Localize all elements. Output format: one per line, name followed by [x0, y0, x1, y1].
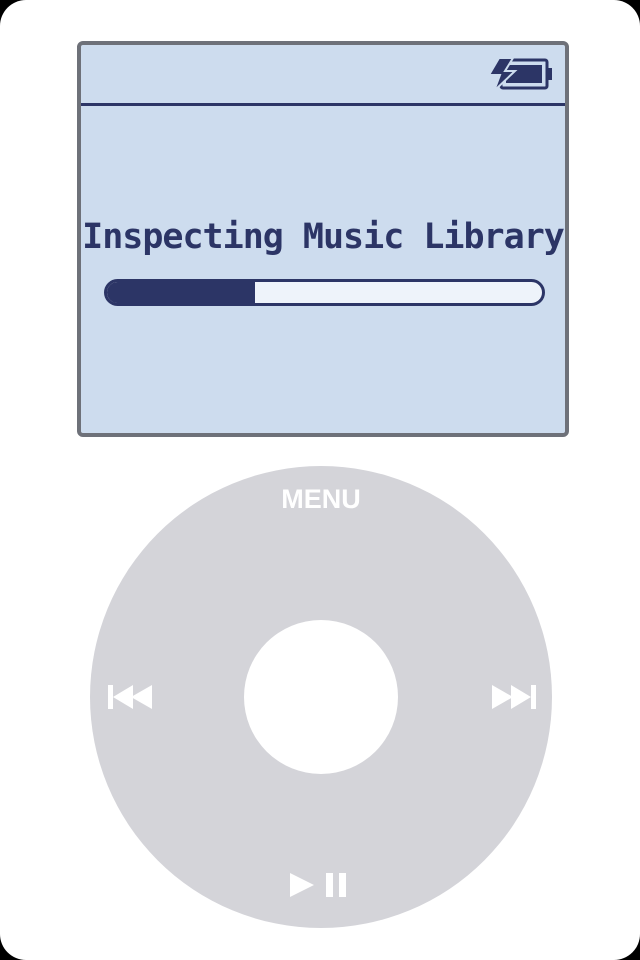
battery-charging-icon [487, 57, 552, 92]
play-pause-icon[interactable] [288, 871, 352, 899]
progress-bar [104, 279, 545, 306]
previous-track-icon[interactable] [106, 682, 156, 712]
status-message: Inspecting Music Library [82, 217, 565, 257]
ipod-device: Inspecting Music Library MENU [0, 0, 640, 960]
lcd-screen: Inspecting Music Library [77, 41, 569, 437]
click-wheel[interactable]: MENU [90, 466, 552, 928]
menu-button[interactable]: MENU [90, 484, 552, 515]
status-bar [81, 45, 565, 106]
center-select-button[interactable] [244, 620, 398, 774]
next-track-icon[interactable] [488, 682, 538, 712]
progress-bar-fill [107, 282, 255, 303]
